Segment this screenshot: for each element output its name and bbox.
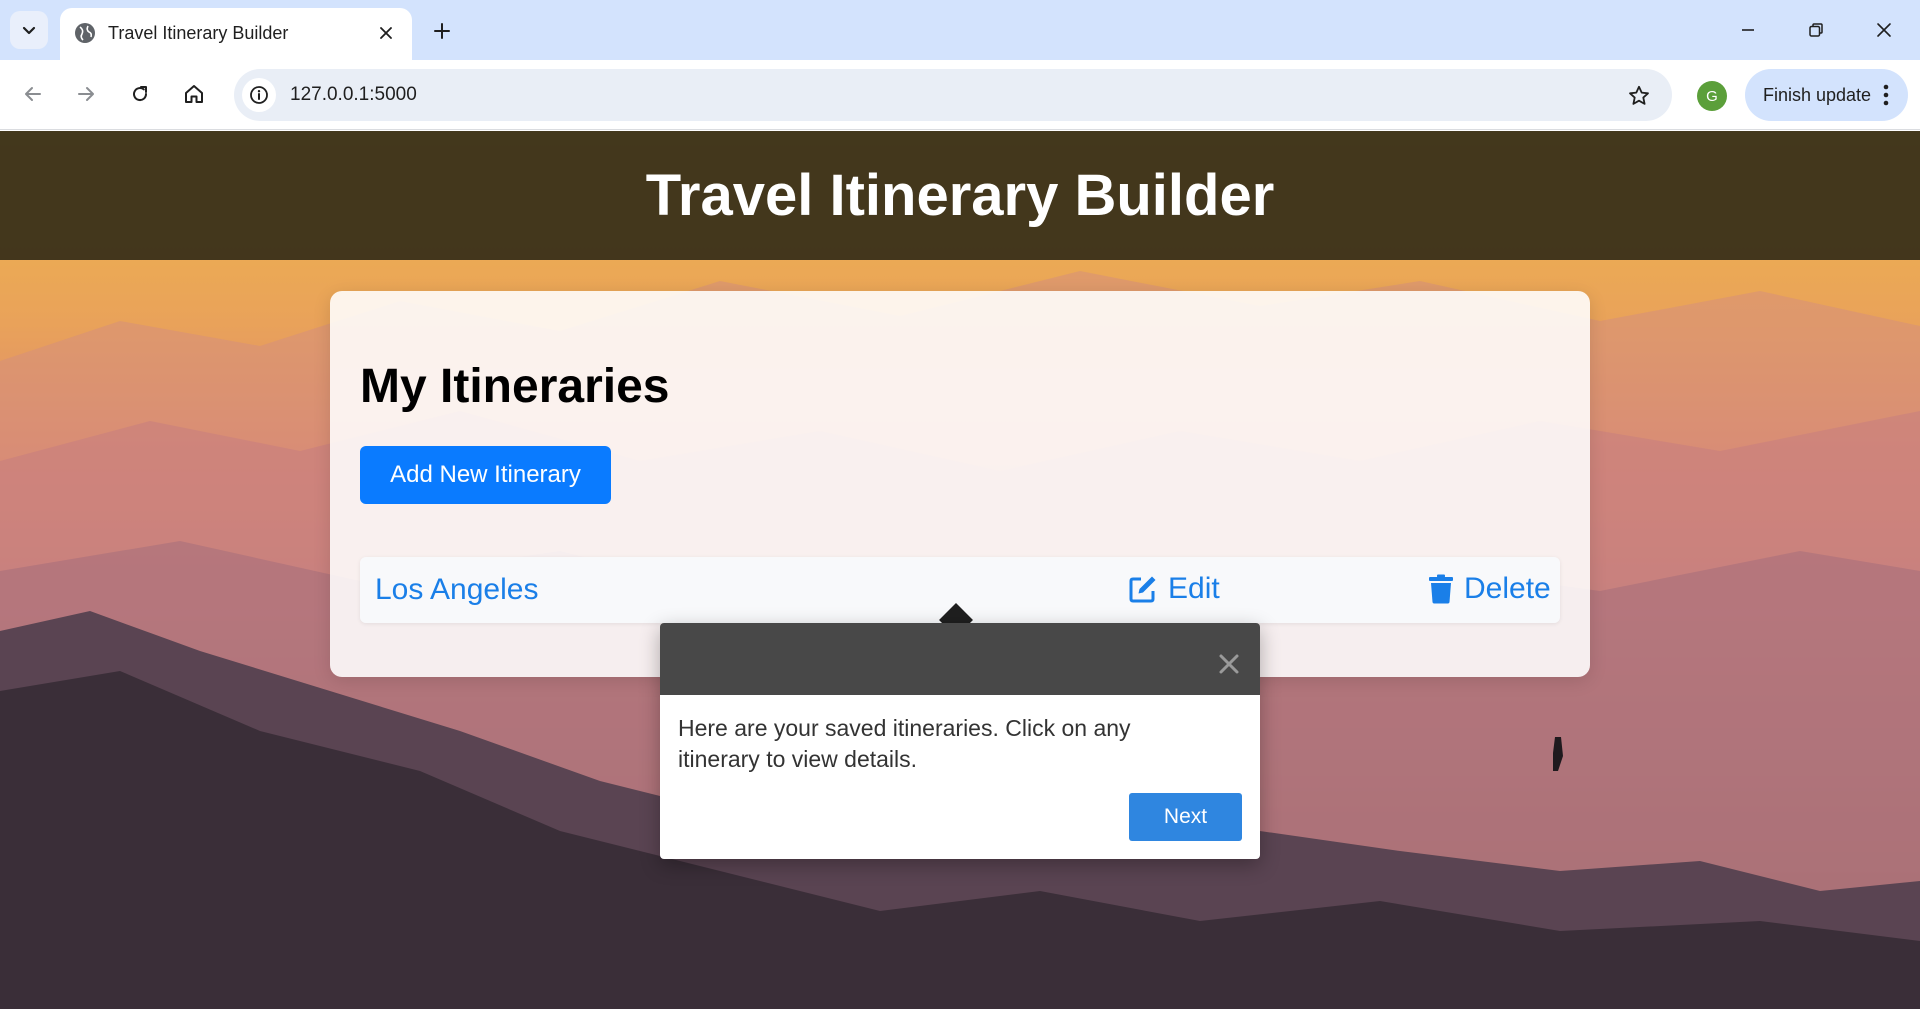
browser-tab-active[interactable]: Travel Itinerary Builder — [60, 8, 412, 60]
profile-avatar[interactable]: G — [1697, 81, 1727, 111]
add-itinerary-button[interactable]: Add New Itinerary — [360, 446, 611, 504]
tour-next-button[interactable]: Next — [1129, 793, 1242, 841]
reload-button[interactable] — [120, 74, 160, 114]
site-info-button[interactable] — [242, 78, 276, 112]
edit-icon — [1129, 576, 1156, 603]
home-button[interactable] — [174, 74, 214, 114]
itinerary-link[interactable]: Los Angeles — [375, 573, 538, 607]
address-bar[interactable]: 127.0.0.1:5000 — [234, 69, 1672, 121]
browser-toolbar: 127.0.0.1:5000 G Finish update — [0, 60, 1920, 130]
delete-label: Delete — [1464, 572, 1551, 605]
restore-button[interactable] — [1788, 8, 1844, 52]
minimize-button[interactable] — [1720, 8, 1776, 52]
more-menu-button[interactable] — [1874, 82, 1898, 108]
finish-update-button[interactable]: Finish update — [1745, 69, 1908, 121]
url-text[interactable]: 127.0.0.1:5000 — [290, 84, 417, 106]
tour-close-button[interactable] — [1216, 651, 1242, 677]
tour-message: Here are your saved itineraries. Click o… — [678, 715, 1131, 772]
back-button[interactable] — [13, 74, 53, 114]
app-header: Travel Itinerary Builder — [0, 131, 1920, 260]
page-viewport: Travel Itinerary Builder My Itineraries … — [0, 131, 1920, 1009]
reload-icon — [133, 86, 148, 102]
chevron-down-icon — [22, 26, 36, 35]
browser-tab-strip: Travel Itinerary Builder — [0, 0, 1920, 60]
tab-close-button[interactable] — [374, 21, 398, 45]
arrow-right-icon — [78, 87, 94, 101]
edit-button[interactable]: Edit — [1128, 571, 1220, 607]
home-icon — [185, 85, 203, 103]
tab-title: Travel Itinerary Builder — [108, 23, 289, 43]
more-vert-icon — [1883, 84, 1889, 106]
close-window-button[interactable] — [1856, 8, 1912, 52]
tab-search-button[interactable] — [10, 11, 48, 49]
edit-label: Edit — [1168, 572, 1220, 605]
close-icon — [1877, 23, 1891, 37]
close-icon — [380, 27, 392, 39]
tour-header — [660, 623, 1260, 695]
forward-button[interactable] — [66, 74, 106, 114]
bookmark-button[interactable] — [1624, 81, 1654, 111]
trash-icon — [1429, 574, 1453, 604]
star-icon — [1629, 85, 1649, 105]
arrow-left-icon — [25, 87, 41, 101]
finish-update-label: Finish update — [1763, 85, 1872, 105]
globe-icon — [75, 23, 95, 43]
minimize-icon — [1742, 29, 1754, 31]
info-icon — [250, 86, 268, 104]
tour-popover: Here are your saved itineraries. Click o… — [660, 623, 1260, 859]
section-title: My Itineraries — [360, 360, 670, 413]
restore-icon — [1809, 23, 1823, 37]
new-tab-button[interactable] — [424, 13, 460, 49]
plus-icon — [434, 23, 450, 39]
delete-button[interactable]: Delete — [1428, 571, 1551, 607]
app-title: Travel Itinerary Builder — [645, 163, 1275, 228]
close-icon — [1219, 654, 1239, 674]
